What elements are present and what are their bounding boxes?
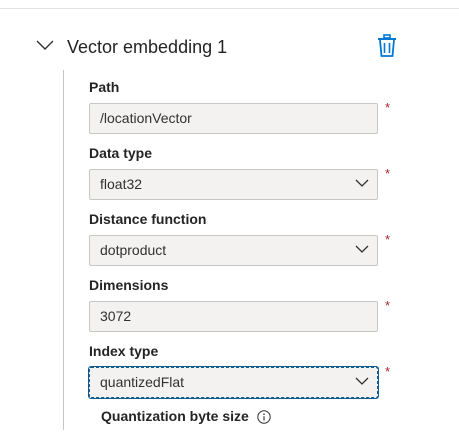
info-icon[interactable] [257,410,271,424]
path-value: /locationVector [100,110,192,126]
chevron-down-icon [355,245,369,253]
chevron-down-icon[interactable] [36,38,54,52]
data-type-label: Data type [89,145,153,161]
data-type-dropdown[interactable]: float32 [89,169,378,200]
index-type-value: quantizedFlat [100,374,185,390]
distance-function-dropdown[interactable]: dotproduct [89,235,378,266]
data-type-value: float32 [100,176,143,192]
path-required-marker: * [385,100,391,115]
quantization-byte-size-label: Quantization byte size [101,408,249,424]
data-type-required-marker: * [385,166,391,181]
trash-icon[interactable] [376,34,398,58]
index-type-dropdown[interactable]: quantizedFlat [88,366,379,399]
dimensions-value: 3072 [100,308,132,324]
path-field[interactable]: /locationVector [89,103,378,134]
index-type-label: Index type [89,343,159,359]
distance-function-value: dotproduct [100,242,167,258]
section-header: Vector embedding 1 [0,30,459,66]
section-rail [63,70,64,430]
dimensions-label: Dimensions [89,277,169,293]
vector-embedding-panel: Vector embedding 1 Path /locationVector … [0,0,459,433]
path-label: Path [89,79,120,95]
distance-function-required-marker: * [385,232,391,247]
index-type-required-marker: * [385,364,391,379]
previous-section-edge [0,0,459,9]
dimensions-field[interactable]: 3072 [89,301,378,332]
chevron-down-icon [355,377,369,385]
section-title: Vector embedding 1 [67,37,228,57]
distance-function-label: Distance function [89,211,207,227]
dimensions-required-marker: * [385,298,391,313]
chevron-down-icon [355,179,369,187]
